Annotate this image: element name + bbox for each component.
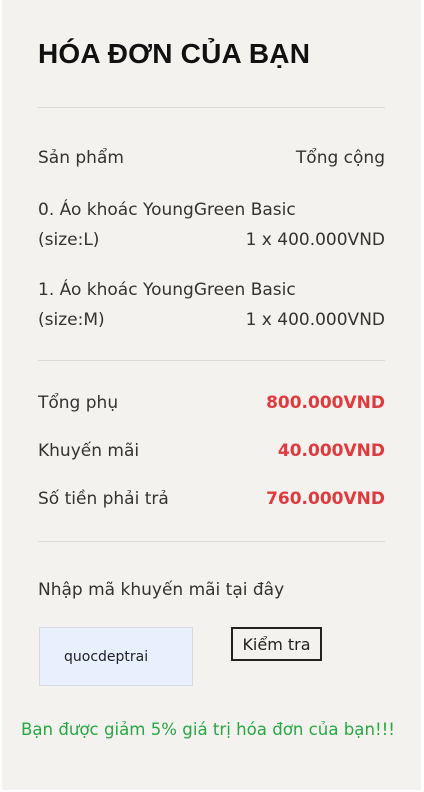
subtotal-value: 800.000VND: [266, 393, 385, 413]
item-detail-row: (size:L) 1 x 400.000VND: [38, 230, 385, 250]
item-size: (size:M): [38, 310, 105, 330]
invoice-panel: HÓA ĐƠN CỦA BẠN Sản phẩm Tổng cộng 0. Áo…: [2, 0, 421, 790]
item-detail-row: (size:M) 1 x 400.000VND: [38, 310, 385, 330]
item-size: (size:L): [38, 230, 100, 250]
divider-middle: [38, 360, 385, 361]
invoice-header-row: Sản phẩm Tổng cộng: [38, 148, 385, 168]
payable-row: Số tiền phải trả 760.000VND: [38, 489, 385, 509]
item-name: 0. Áo khoác YoungGreen Basic: [38, 200, 296, 220]
subtotal-row: Tổng phụ 800.000VND: [38, 393, 385, 413]
discount-value: 40.000VND: [277, 441, 385, 461]
divider-bottom: [38, 541, 385, 542]
discount-row: Khuyến mãi 40.000VND: [38, 441, 385, 461]
invoice-title: HÓA ĐƠN CỦA BẠN: [38, 38, 311, 69]
item-qty-price: 1 x 400.000VND: [245, 230, 385, 250]
item-qty-price: 1 x 400.000VND: [245, 310, 385, 330]
payable-value: 760.000VND: [266, 489, 385, 509]
product-column-label: Sản phẩm: [38, 148, 124, 168]
coupon-prompt: Nhập mã khuyến mãi tại đây: [38, 580, 285, 600]
item-name: 1. Áo khoác YoungGreen Basic: [38, 280, 296, 300]
check-coupon-button[interactable]: Kiểm tra: [231, 627, 322, 661]
subtotal-label: Tổng phụ: [38, 393, 119, 413]
coupon-code-input[interactable]: [39, 627, 193, 686]
discount-success-message: Bạn được giảm 5% giá trị hóa đơn của bạn…: [21, 720, 395, 739]
discount-label: Khuyến mãi: [38, 441, 140, 461]
divider-top: [38, 107, 385, 108]
total-column-label: Tổng cộng: [295, 148, 385, 168]
payable-label: Số tiền phải trả: [38, 489, 169, 509]
